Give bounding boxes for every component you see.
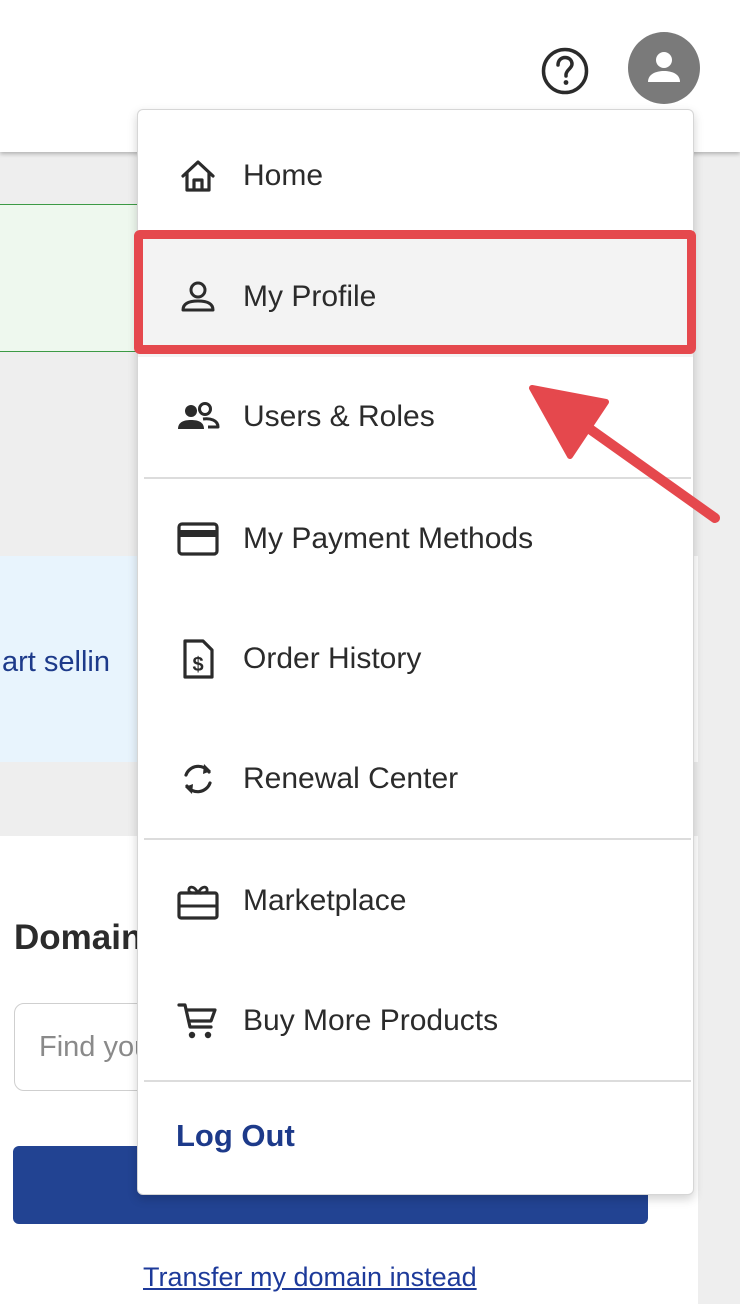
menu-item-marketplace[interactable]: Marketplace [138,841,693,961]
menu-item-buy-more-products[interactable]: Buy More Products [138,961,693,1081]
user-avatar-icon [648,52,680,82]
gift-card-icon [176,879,220,923]
menu-item-label: Home [243,159,324,192]
receipt-dollar-icon: $ [176,637,220,681]
help-circle-icon [541,47,589,95]
menu-divider [144,838,691,840]
renew-icon [176,757,220,801]
menu-item-label: Order History [243,642,422,675]
menu-divider [144,1080,691,1082]
menu-item-renewal-center[interactable]: Renewal Center [138,719,693,839]
promo-panel: art sellin [0,556,150,762]
home-icon [176,154,220,198]
menu-item-home[interactable]: Home [138,116,693,236]
users-icon [176,395,220,439]
highlight-box [134,230,696,354]
menu-item-order-history[interactable]: $ Order History [138,599,693,719]
menu-item-label: Renewal Center [243,762,459,795]
menu-item-label: Users & Roles [243,400,435,433]
account-avatar-button[interactable] [628,32,700,104]
credit-card-icon [176,517,220,561]
cart-icon [176,999,220,1043]
svg-text:$: $ [192,654,203,676]
domain-card-title: Domain [14,918,143,957]
menu-item-label: My Payment Methods [243,522,534,555]
transfer-domain-link[interactable]: Transfer my domain instead [143,1262,477,1293]
notice-panel [0,204,150,352]
menu-item-label: Marketplace [243,884,407,917]
help-button[interactable] [538,44,592,98]
annotation-arrow-icon [529,385,720,523]
logout-link[interactable]: Log Out [176,1118,295,1154]
menu-item-label: Buy More Products [243,1004,499,1037]
promo-text: art sellin [2,646,110,678]
